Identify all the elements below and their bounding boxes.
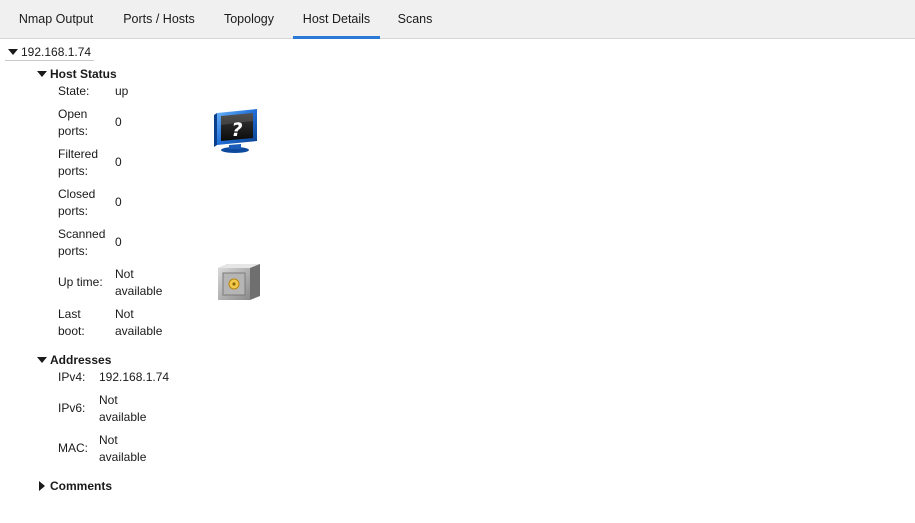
closed-ports-label-line1: Closed (58, 187, 96, 201)
mac-value-line2: available (99, 450, 147, 464)
filtered-ports-label-line1: Filtered (58, 147, 99, 161)
uptime-value-line2: available (115, 284, 163, 298)
host-node[interactable]: 192.168.1.74 (5, 44, 95, 61)
open-ports-label-line2: ports: (58, 124, 89, 138)
state-label: State: (58, 84, 90, 98)
ipv6-value-line1: Not (99, 393, 118, 407)
host-address: 192.168.1.74 (21, 45, 92, 59)
open-ports-label: Open ports: (58, 106, 88, 140)
lastboot-value-line2: available (115, 324, 163, 338)
scanned-ports-label-line1: Scanned (58, 227, 106, 241)
filtered-ports-label-line2: ports: (58, 164, 89, 178)
ipv4-label: IPv4: (58, 370, 86, 384)
unknown-os-monitor-icon: ? (211, 107, 261, 155)
mac-value: Not available (99, 432, 146, 466)
mac-value-line1: Not (99, 433, 118, 447)
tab-ports-hosts[interactable]: Ports / Hosts (114, 0, 204, 39)
lastboot-value-line1: Not (115, 307, 134, 321)
ipv4-value: 192.168.1.74 (99, 370, 170, 384)
lastboot-label-line2: boot: (58, 324, 85, 338)
tab-topology[interactable]: Topology (214, 0, 284, 39)
state-value: up (115, 84, 129, 98)
open-ports-label-line1: Open (58, 107, 88, 121)
scanned-ports-value: 0 (115, 235, 122, 249)
lastboot-label: Last boot: (58, 306, 85, 340)
filtered-ports-label: Filtered ports: (58, 146, 98, 180)
scanned-ports-label: Scanned ports: (58, 226, 105, 260)
closed-ports-label: Closed ports: (58, 186, 95, 220)
uptime-value-line1: Not (115, 267, 134, 281)
comments-expand-arrow-icon[interactable] (39, 481, 45, 491)
mac-label: MAC: (58, 441, 88, 455)
closed-ports-value: 0 (115, 195, 122, 209)
host-details-panel: 192.168.1.74 Host Status State: up Open … (0, 39, 915, 523)
addresses-expand-arrow-icon[interactable] (37, 357, 47, 363)
host-status-expand-arrow-icon[interactable] (37, 71, 47, 77)
tab-nmap-output[interactable]: Nmap Output (8, 0, 104, 39)
lastboot-value: Not available (115, 306, 162, 340)
ipv6-value: Not available (99, 392, 146, 426)
safe-vault-icon (214, 262, 262, 302)
scanned-ports-label-line2: ports: (58, 244, 89, 258)
tab-host-details[interactable]: Host Details (293, 0, 380, 39)
expand-arrow-icon[interactable] (8, 49, 18, 55)
closed-ports-label-line2: ports: (58, 204, 89, 218)
ipv6-label: IPv6: (58, 401, 86, 415)
filtered-ports-value: 0 (115, 155, 122, 169)
lastboot-label-line1: Last (58, 307, 81, 321)
tab-scans[interactable]: Scans (390, 0, 440, 39)
open-ports-value: 0 (115, 115, 122, 129)
ipv6-value-line2: available (99, 410, 147, 424)
uptime-value: Not available (115, 266, 162, 300)
tab-bar: Nmap Output Ports / Hosts Topology Host … (0, 0, 915, 39)
uptime-label: Up time: (58, 275, 103, 289)
svg-text:?: ? (231, 119, 242, 141)
host-status-title[interactable]: Host Status (50, 67, 117, 81)
addresses-title[interactable]: Addresses (50, 353, 111, 367)
comments-title[interactable]: Comments (50, 479, 112, 493)
